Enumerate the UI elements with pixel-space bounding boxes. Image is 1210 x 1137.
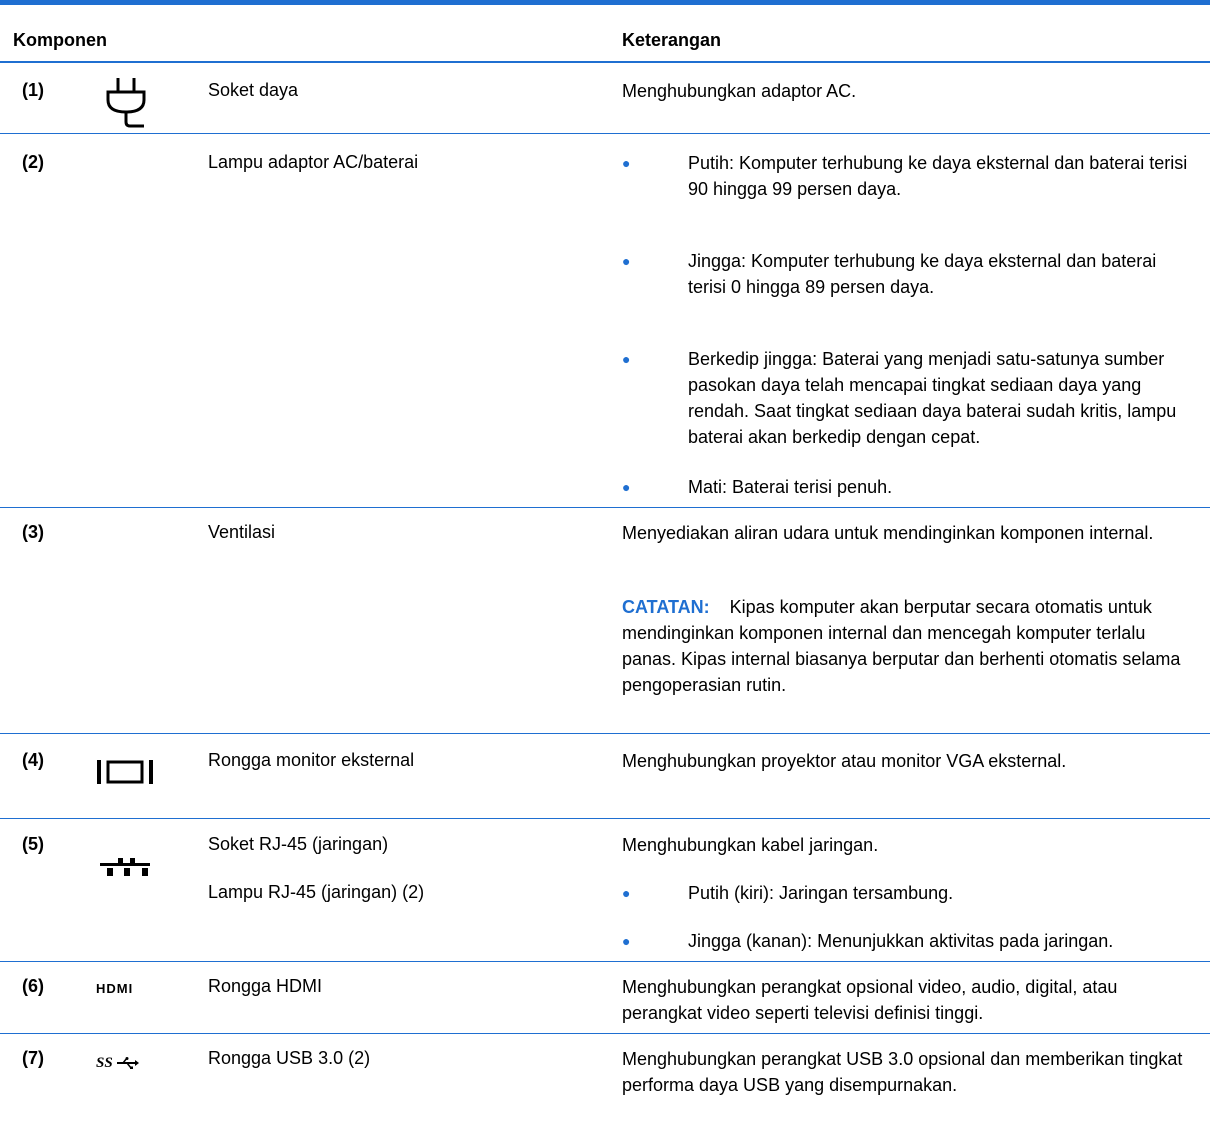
note-label: CATATAN: [622,597,710,617]
row-rule [0,733,1210,734]
component-description: Menghubungkan proyektor atau monitor VGA… [622,751,1067,771]
row-number: (5) [22,834,44,854]
component-name: Soket daya [208,80,299,100]
row-number: (1) [22,80,44,100]
external-monitor-port-icon [96,758,156,791]
component-name: Rongga USB 3.0 (2) [208,1048,371,1068]
header-description: Keterangan [622,30,722,50]
row-number: (3) [22,522,44,542]
usb-3-icon: SS [96,1054,140,1072]
hdmi-port-icon: HDMI [96,980,133,998]
usb-ss-text: SS [96,1055,113,1071]
row-rule [0,1033,1210,1034]
component-description: Menghubungkan perangkat opsional video, … [622,977,1118,1023]
row-rule [0,133,1210,134]
component-table: Komponen Keterangan (1) Soket daya Mengh… [0,0,1210,1137]
bullet-icon: ● [622,479,631,495]
bullet-icon: ● [622,885,631,901]
header-rule [0,61,1210,63]
table-header: Komponen Keterangan [0,0,1210,63]
power-plug-icon [104,76,148,133]
component-name: Lampu adaptor AC/baterai [208,152,419,172]
component-name: Rongga HDMI [208,976,323,996]
row-number: (7) [22,1048,44,1068]
note: CATATAN: Kipas komputer akan berputar se… [622,594,1197,698]
row-rule [0,507,1210,508]
bullet-icon: ● [622,253,631,269]
bullet-icon: ● [622,155,631,171]
component-name: Rongga monitor eksternal [208,750,415,770]
component-name: Soket RJ-45 (jaringan) [208,834,389,854]
row-number: (2) [22,152,44,172]
network-jack-icon [100,858,154,883]
bullet-icon: ● [622,351,631,367]
row-rule [0,961,1210,962]
row-number: (6) [22,976,44,996]
hdmi-icon-text: HDMI [96,981,134,996]
header-component: Komponen [13,30,107,50]
component-description: Menyediakan aliran udara untuk mendingin… [622,523,1154,543]
component-description: Menghubungkan perangkat USB 3.0 opsional… [622,1049,1183,1095]
component-description: Menghubungkan adaptor AC. [622,81,857,101]
bullet-icon: ● [622,933,631,949]
component-name: Ventilasi [208,522,276,542]
row-rule [0,818,1210,819]
component-description: Menghubungkan kabel jaringan. [622,835,879,855]
component-name-secondary: Lampu RJ-45 (jaringan) (2) [208,882,425,902]
row-number: (4) [22,750,44,770]
